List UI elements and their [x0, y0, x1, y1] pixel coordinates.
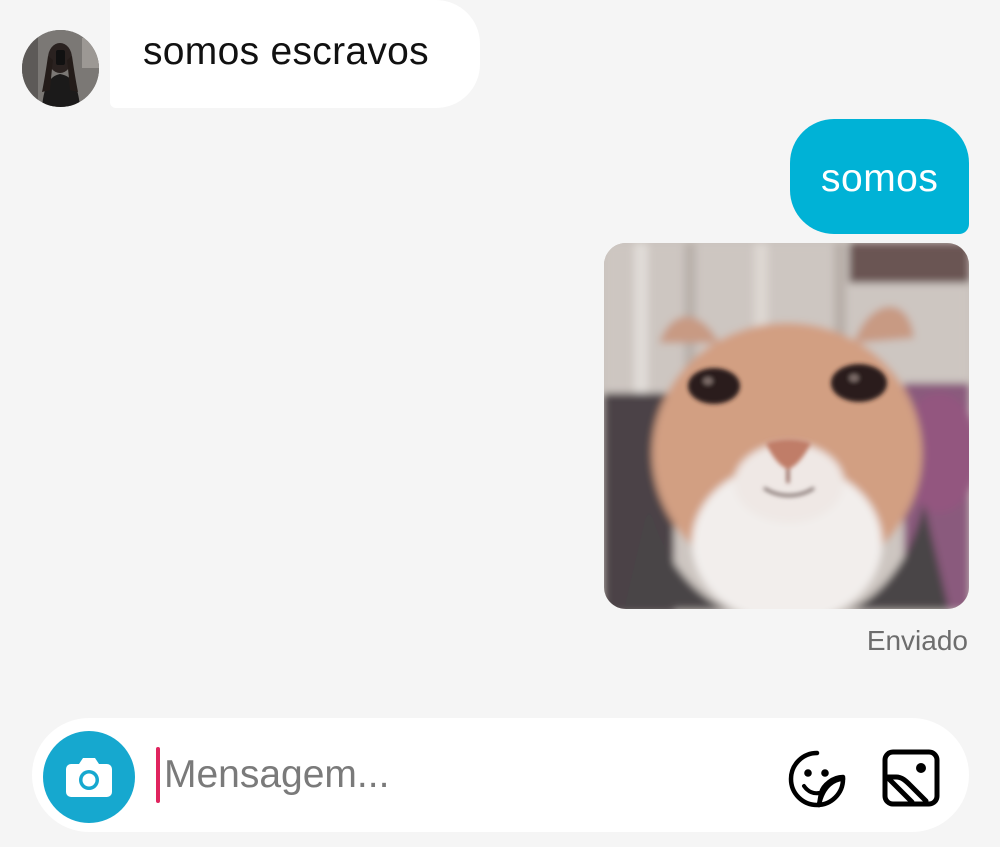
incoming-message-text: somos escravos — [143, 30, 429, 73]
contact-avatar[interactable] — [22, 30, 99, 107]
outgoing-message-bubble[interactable]: somos — [790, 119, 969, 234]
sent-cat-image[interactable] — [604, 243, 969, 609]
message-input[interactable] — [160, 744, 724, 806]
sticker-icon — [788, 750, 846, 808]
gallery-icon — [882, 749, 940, 807]
outgoing-message-text: somos — [821, 157, 939, 200]
camera-button[interactable] — [43, 731, 135, 823]
sticker-button[interactable] — [787, 749, 847, 809]
message-status: Enviado — [866, 625, 968, 656]
camera-icon — [66, 758, 112, 797]
message-composer — [32, 718, 969, 832]
gallery-button[interactable] — [880, 747, 942, 809]
incoming-message-bubble[interactable]: somos escravos — [110, 0, 480, 108]
